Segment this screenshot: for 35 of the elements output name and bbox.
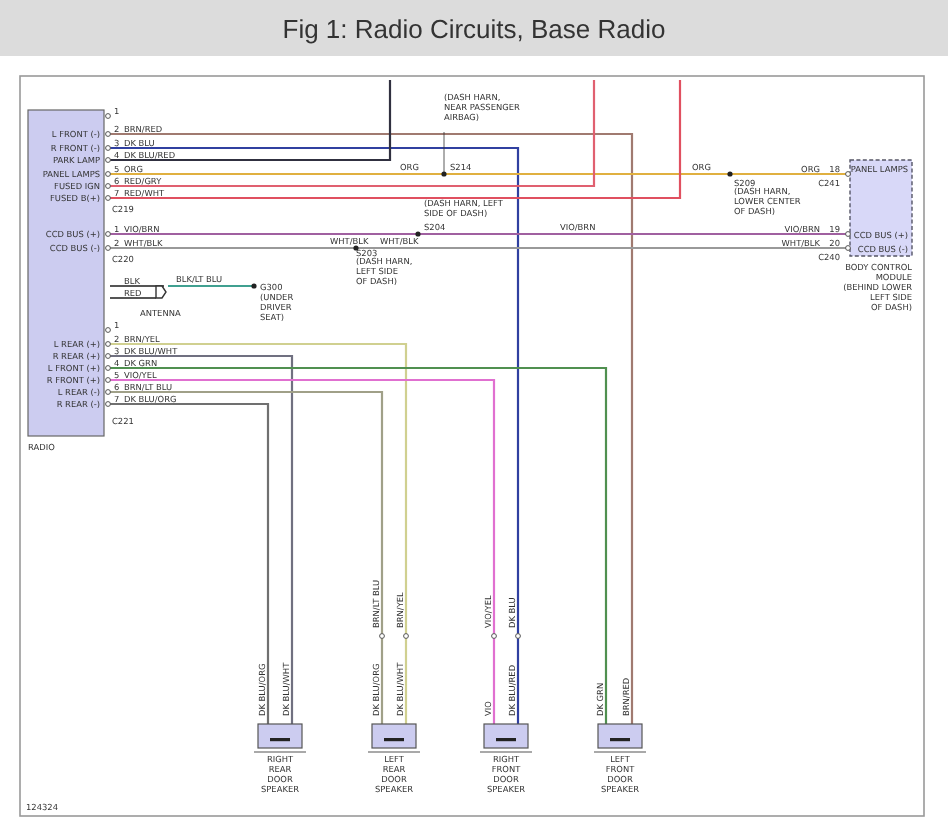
pin-icon (845, 171, 851, 177)
pin-icon (105, 231, 111, 237)
pin-icon (105, 131, 111, 137)
pin-icon (105, 171, 111, 177)
figure-title: Fig 1: Radio Circuits, Base Radio (282, 13, 666, 43)
pin-icon (105, 157, 111, 163)
pin-icon (105, 341, 111, 347)
pin-icon (105, 245, 111, 251)
pin-icon (845, 231, 851, 237)
splice-connector-icon (403, 633, 409, 639)
pin-icon (105, 113, 111, 119)
speaker-icon (479, 723, 533, 753)
pin-icon (105, 401, 111, 407)
pin-icon (105, 365, 111, 371)
pin-icon (105, 183, 111, 189)
splice-dot-icon (415, 231, 421, 237)
splice-dot-icon (727, 171, 733, 177)
speaker-icon (593, 723, 647, 753)
speaker-icon (253, 723, 307, 753)
speaker-icon (367, 723, 421, 753)
splice-connector-icon (379, 633, 385, 639)
pin-icon (105, 353, 111, 359)
pin-icon (105, 327, 111, 333)
splice-connector-icon (491, 633, 497, 639)
body-control-module-box (849, 159, 913, 257)
pin-icon (105, 195, 111, 201)
pin-icon (105, 389, 111, 395)
antenna-connector-icon (155, 285, 167, 299)
pin-icon (105, 377, 111, 383)
splice-connector-icon (515, 633, 521, 639)
splice-dot-icon (441, 171, 447, 177)
pin-icon (105, 145, 111, 151)
ground-point-icon (251, 283, 257, 289)
pin-icon (845, 245, 851, 251)
splice-dot-icon (353, 245, 359, 251)
